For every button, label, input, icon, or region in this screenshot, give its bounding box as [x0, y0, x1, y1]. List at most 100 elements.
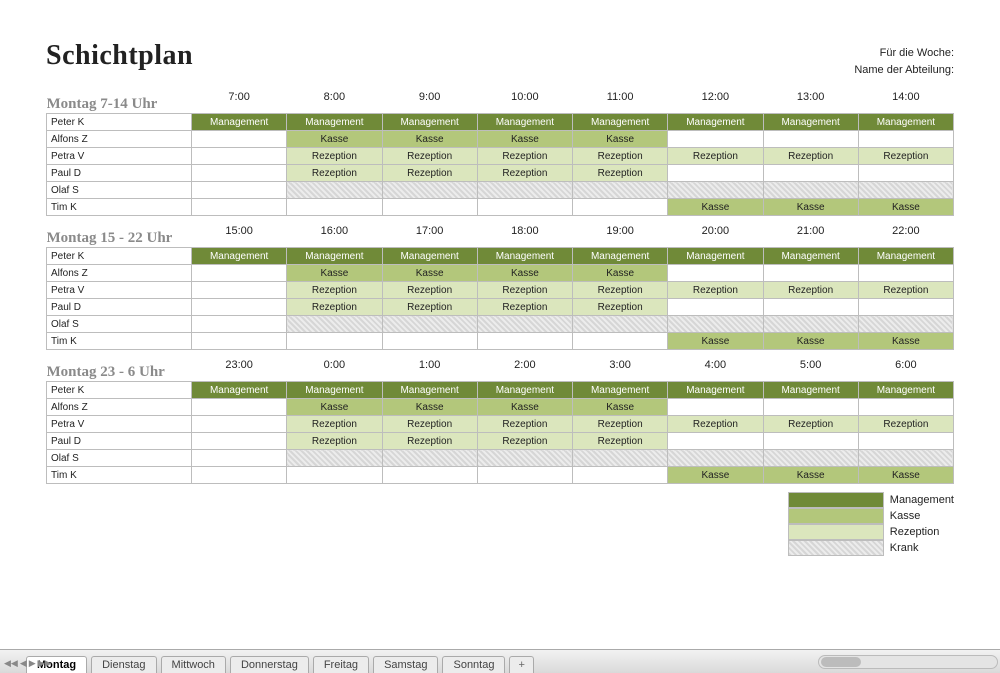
shift-cell[interactable]: Kasse — [287, 265, 382, 282]
shift-cell[interactable]: Rezeption — [477, 299, 572, 316]
shift-cell[interactable]: Kasse — [763, 333, 858, 350]
shift-cell[interactable]: Rezeption — [382, 165, 477, 182]
shift-cell[interactable]: Rezeption — [287, 165, 382, 182]
tab-next-icon[interactable]: ▶ — [29, 658, 36, 669]
shift-cell[interactable] — [573, 467, 668, 484]
shift-cell[interactable] — [192, 399, 287, 416]
shift-cell[interactable] — [192, 148, 287, 165]
shift-cell[interactable] — [192, 467, 287, 484]
shift-cell[interactable] — [287, 182, 382, 199]
shift-cell[interactable]: Rezeption — [573, 165, 668, 182]
shift-cell[interactable] — [763, 399, 858, 416]
shift-cell[interactable] — [668, 165, 763, 182]
shift-cell[interactable] — [763, 299, 858, 316]
shift-cell[interactable] — [668, 131, 763, 148]
shift-cell[interactable]: Rezeption — [763, 282, 858, 299]
h-scrollbar-thumb[interactable] — [821, 657, 861, 667]
shift-cell[interactable]: Rezeption — [382, 299, 477, 316]
shift-cell[interactable]: Management — [192, 248, 287, 265]
shift-cell[interactable]: Rezeption — [477, 165, 572, 182]
shift-cell[interactable]: Rezeption — [382, 282, 477, 299]
shift-cell[interactable]: Rezeption — [382, 148, 477, 165]
shift-cell[interactable]: Kasse — [287, 399, 382, 416]
shift-cell[interactable] — [287, 450, 382, 467]
shift-cell[interactable]: Management — [287, 114, 382, 131]
shift-cell[interactable] — [192, 199, 287, 216]
shift-cell[interactable]: Management — [858, 382, 953, 399]
shift-cell[interactable] — [477, 467, 572, 484]
shift-cell[interactable]: Rezeption — [287, 282, 382, 299]
shift-cell[interactable]: Kasse — [858, 333, 953, 350]
shift-cell[interactable]: Management — [763, 382, 858, 399]
shift-cell[interactable] — [763, 433, 858, 450]
shift-cell[interactable]: Management — [477, 248, 572, 265]
shift-cell[interactable]: Management — [858, 248, 953, 265]
shift-cell[interactable] — [573, 333, 668, 350]
shift-cell[interactable] — [573, 182, 668, 199]
shift-cell[interactable] — [763, 265, 858, 282]
shift-cell[interactable]: Rezeption — [477, 148, 572, 165]
shift-cell[interactable]: Rezeption — [477, 433, 572, 450]
shift-cell[interactable] — [858, 433, 953, 450]
shift-cell[interactable]: Management — [192, 114, 287, 131]
shift-cell[interactable] — [382, 450, 477, 467]
shift-cell[interactable] — [858, 399, 953, 416]
shift-cell[interactable] — [858, 165, 953, 182]
shift-cell[interactable]: Rezeption — [287, 433, 382, 450]
shift-cell[interactable] — [192, 165, 287, 182]
shift-cell[interactable]: Management — [668, 114, 763, 131]
shift-cell[interactable]: Kasse — [668, 333, 763, 350]
shift-cell[interactable]: Kasse — [763, 467, 858, 484]
shift-cell[interactable] — [763, 182, 858, 199]
shift-cell[interactable] — [858, 299, 953, 316]
shift-cell[interactable] — [192, 299, 287, 316]
shift-cell[interactable]: Kasse — [382, 265, 477, 282]
shift-cell[interactable] — [382, 316, 477, 333]
shift-cell[interactable] — [668, 299, 763, 316]
shift-cell[interactable]: Rezeption — [287, 299, 382, 316]
shift-cell[interactable]: Management — [858, 114, 953, 131]
shift-cell[interactable]: Kasse — [573, 265, 668, 282]
shift-cell[interactable] — [192, 333, 287, 350]
shift-cell[interactable]: Rezeption — [287, 416, 382, 433]
shift-cell[interactable] — [192, 282, 287, 299]
shift-cell[interactable] — [287, 333, 382, 350]
shift-cell[interactable]: Rezeption — [668, 416, 763, 433]
shift-cell[interactable]: Rezeption — [382, 416, 477, 433]
shift-cell[interactable] — [382, 199, 477, 216]
shift-cell[interactable]: Rezeption — [573, 433, 668, 450]
shift-cell[interactable] — [477, 450, 572, 467]
shift-cell[interactable] — [858, 182, 953, 199]
shift-cell[interactable]: Kasse — [763, 199, 858, 216]
shift-cell[interactable]: Management — [382, 382, 477, 399]
add-sheet-button[interactable]: + — [509, 656, 533, 673]
shift-cell[interactable] — [382, 333, 477, 350]
shift-cell[interactable] — [573, 199, 668, 216]
shift-cell[interactable] — [477, 333, 572, 350]
sheet-tab[interactable]: Sonntag — [442, 656, 505, 673]
shift-cell[interactable]: Management — [573, 248, 668, 265]
shift-cell[interactable]: Rezeption — [668, 282, 763, 299]
shift-cell[interactable]: Management — [287, 382, 382, 399]
shift-cell[interactable]: Management — [382, 114, 477, 131]
shift-cell[interactable]: Management — [763, 114, 858, 131]
shift-cell[interactable]: Rezeption — [668, 148, 763, 165]
shift-cell[interactable]: Kasse — [477, 265, 572, 282]
shift-cell[interactable] — [192, 182, 287, 199]
shift-cell[interactable]: Rezeption — [382, 433, 477, 450]
shift-cell[interactable]: Kasse — [858, 199, 953, 216]
shift-cell[interactable] — [192, 265, 287, 282]
sheet-tab[interactable]: Mittwoch — [161, 656, 226, 673]
shift-cell[interactable]: Rezeption — [477, 282, 572, 299]
shift-cell[interactable]: Rezeption — [763, 416, 858, 433]
sheet-tab[interactable]: Dienstag — [91, 656, 156, 673]
sheet-tab[interactable]: Freitag — [313, 656, 369, 673]
shift-cell[interactable] — [192, 416, 287, 433]
shift-cell[interactable]: Kasse — [287, 131, 382, 148]
shift-cell[interactable]: Rezeption — [573, 148, 668, 165]
shift-cell[interactable]: Rezeption — [573, 299, 668, 316]
shift-cell[interactable]: Kasse — [668, 467, 763, 484]
shift-cell[interactable] — [573, 450, 668, 467]
shift-cell[interactable] — [192, 131, 287, 148]
shift-cell[interactable] — [858, 131, 953, 148]
